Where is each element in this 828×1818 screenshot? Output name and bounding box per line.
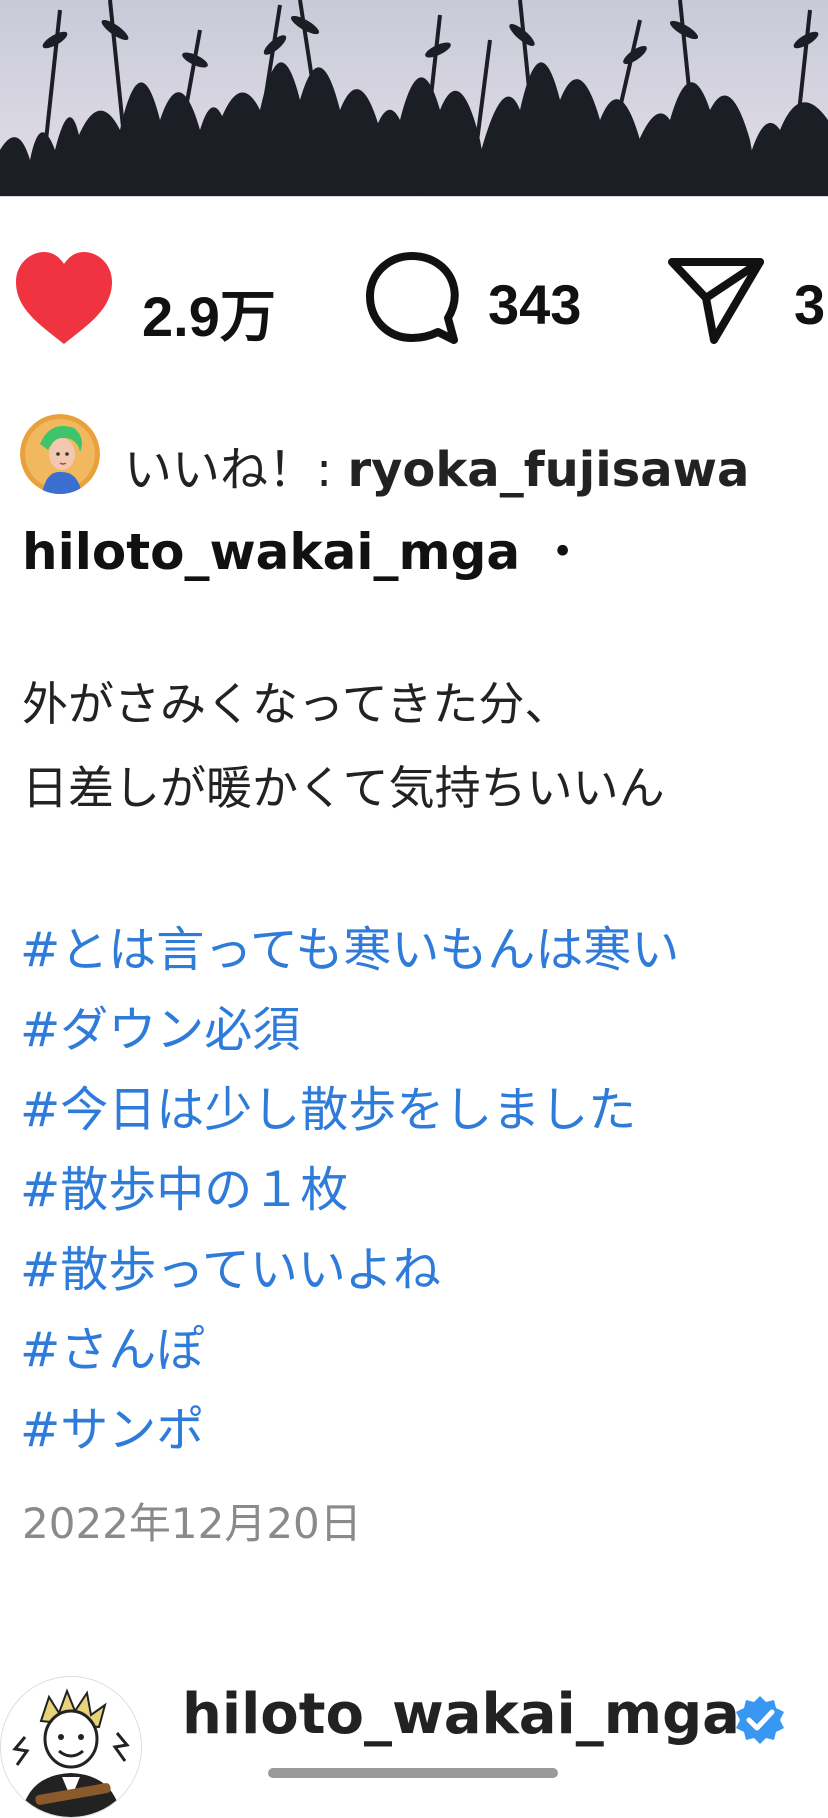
home-indicator[interactable]: [268, 1768, 558, 1778]
like-count: 2.9万: [142, 285, 276, 348]
post-action-bar: 2.9万 343 3: [0, 250, 828, 350]
share-count: 3: [794, 273, 826, 336]
like-action[interactable]: 2.9万: [12, 250, 302, 350]
comment-bubble-icon[interactable]: [364, 250, 460, 346]
heart-filled-icon[interactable]: [12, 250, 116, 350]
hashtag-list: #とは言っても寒いもんは寒い #ダウン必須 #今日は少し散歩をしました #散歩中…: [20, 910, 828, 1470]
verified-badge-icon: [736, 1696, 784, 1744]
liked-by-text: いいね！: ryoka_fujisawa: [124, 430, 749, 500]
post-photo[interactable]: [0, 0, 828, 197]
author-avatar[interactable]: [0, 1676, 142, 1818]
plant-silhouette-image: [0, 0, 828, 196]
hashtag-link[interactable]: #ダウン必須: [20, 990, 828, 1070]
caption-line: 外がさみくなってきた分、: [22, 677, 571, 731]
hashtag-link[interactable]: #散歩っていいよね: [20, 1230, 828, 1310]
share-action[interactable]: 3: [666, 250, 828, 350]
post-date: 2022年12月20日: [22, 1499, 362, 1548]
liked-by-row[interactable]: いいね！: ryoka_fujisawa: [20, 414, 828, 498]
next-post-username[interactable]: hiloto_wakai_mga: [182, 1682, 740, 1747]
paper-plane-icon[interactable]: [666, 250, 766, 346]
hashtag-link[interactable]: #散歩中の１枚: [20, 1150, 828, 1230]
comment-count: 343: [488, 273, 582, 336]
hashtag-link[interactable]: #サンポ: [20, 1390, 828, 1470]
liked-by-username[interactable]: ryoka_fujisawa: [347, 442, 749, 498]
liked-by-prefix: いいね！:: [124, 442, 348, 498]
hashtag-link[interactable]: #とは言っても寒いもんは寒い: [20, 910, 828, 990]
hashtag-link[interactable]: #今日は少し散歩をしました: [20, 1070, 828, 1150]
caption-line: 日差しが暖かくて気持ちいいん: [22, 761, 665, 815]
caption-separator: ・: [537, 523, 588, 581]
liker-avatar[interactable]: [20, 414, 100, 494]
caption-author-line: hiloto_wakai_mga ・: [22, 512, 588, 584]
comment-action[interactable]: 343: [364, 250, 624, 350]
hashtag-link[interactable]: #さんぽ: [20, 1310, 828, 1390]
caption-author[interactable]: hiloto_wakai_mga: [22, 523, 520, 581]
